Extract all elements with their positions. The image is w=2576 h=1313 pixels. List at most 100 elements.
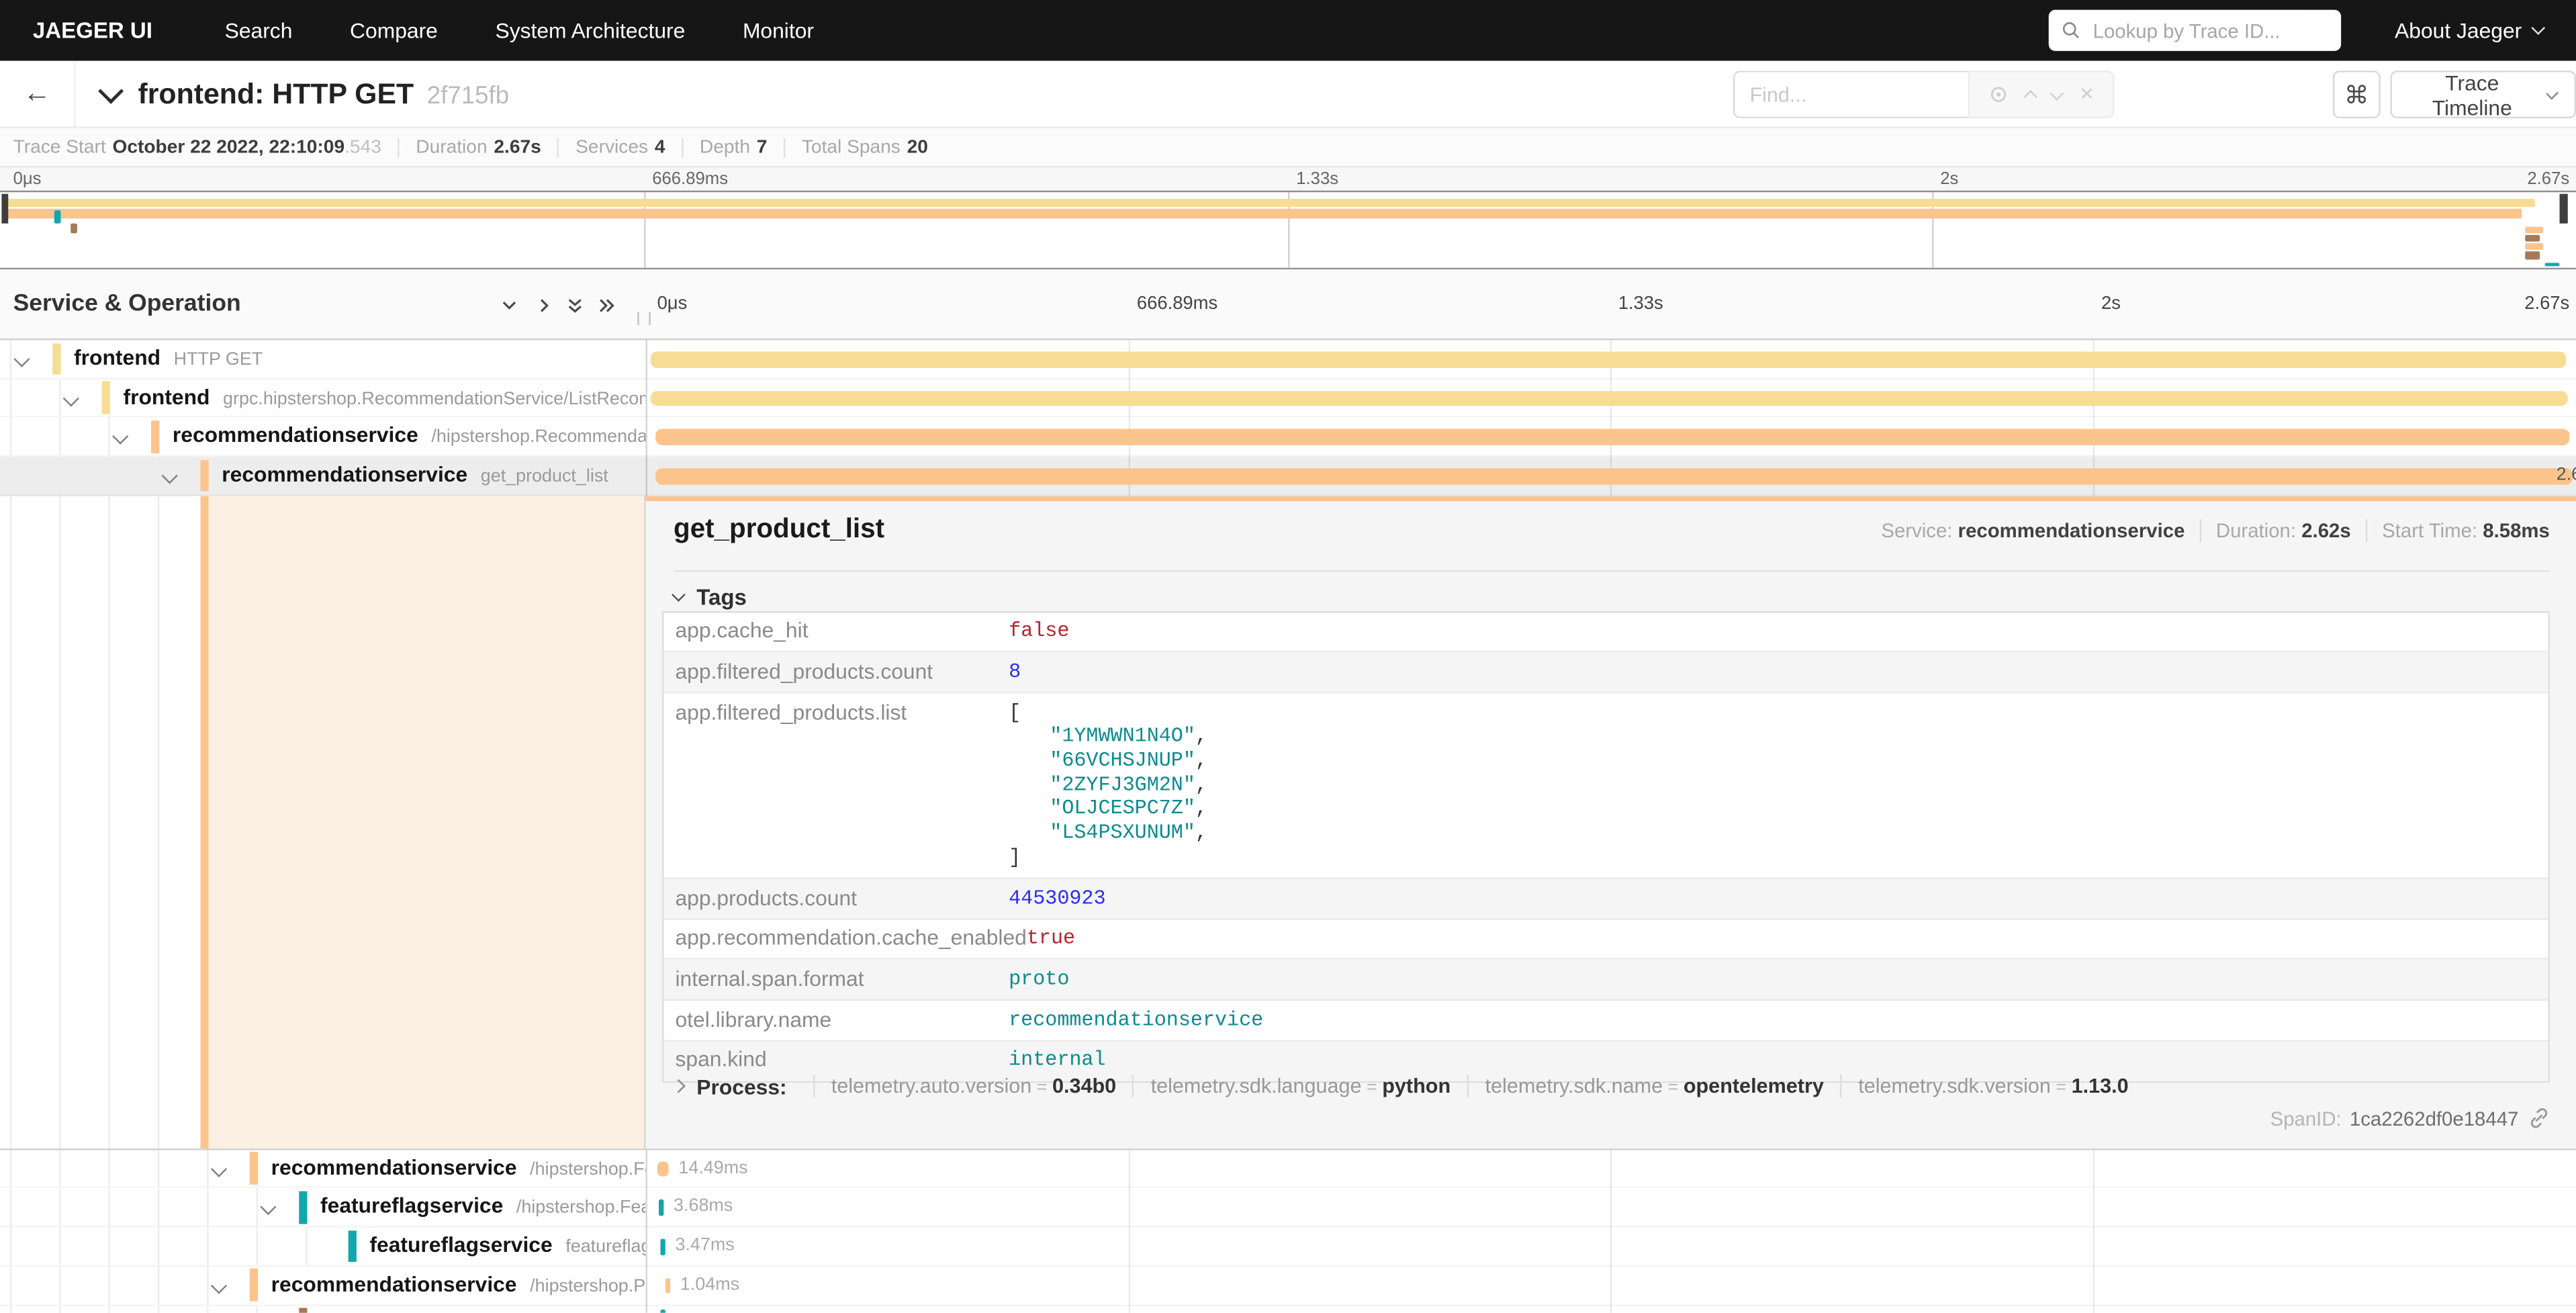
span-row-partial[interactable] bbox=[0, 1306, 2576, 1313]
span-row-frontend-http-get[interactable]: frontendHTTP GET bbox=[0, 340, 2576, 379]
span-bar-cell[interactable]: 3.68ms bbox=[647, 1189, 2576, 1226]
nav-item-compare[interactable]: Compare bbox=[350, 18, 438, 43]
span-operation: /hipstershop.ProductCatalogSer... bbox=[530, 1276, 645, 1296]
span-row-frontend-grpc[interactable]: frontendgrpc.hipstershop.RecommendationS… bbox=[0, 379, 2576, 418]
deep-link-icon[interactable] bbox=[2528, 1108, 2550, 1130]
find-clear-icon[interactable]: ✕ bbox=[2079, 84, 2095, 105]
span-row-recommendationservice-productcatalog[interactable]: recommendationservice/hipstershop.Produc… bbox=[0, 1267, 2576, 1306]
span-duration-label: 1.04ms bbox=[680, 1267, 739, 1304]
collapse-all-icon[interactable] bbox=[565, 294, 585, 324]
tag-key: app.recommendation.cache_enabled bbox=[663, 927, 1027, 951]
find-input[interactable] bbox=[1733, 71, 1968, 118]
span-detail-indent bbox=[0, 496, 645, 1148]
list-item: "66VCHSJNUP" bbox=[1009, 750, 1207, 774]
collapse-children-icon[interactable] bbox=[162, 468, 177, 483]
span-service: featureflagservice bbox=[369, 1232, 552, 1257]
tag-key: app.cache_hit bbox=[663, 620, 1009, 644]
tree-guide bbox=[108, 1228, 109, 1265]
tree-guide bbox=[108, 1267, 109, 1304]
nav-item-search[interactable]: Search bbox=[225, 18, 293, 43]
span-bar-cell[interactable] bbox=[647, 340, 2576, 377]
focus-target-icon[interactable] bbox=[1988, 84, 2009, 105]
minimap-span-bar bbox=[2545, 262, 2560, 266]
tree-guide bbox=[108, 1150, 109, 1187]
collapse-one-icon[interactable] bbox=[500, 294, 519, 324]
span-bar-cell[interactable]: 1.04ms bbox=[647, 1267, 2576, 1304]
span-name-cell: featureflagservice/hipstershop.FeatureFl… bbox=[0, 1189, 645, 1226]
trace-start-ms: .543 bbox=[344, 137, 381, 156]
span-service: recommendationservice bbox=[173, 423, 418, 448]
service-color-strip bbox=[200, 459, 208, 492]
collapse-trace-details-icon[interactable] bbox=[98, 78, 124, 103]
span-row-get-product-list-selected[interactable]: recommendationserviceget_product_list 2.… bbox=[0, 457, 2576, 496]
detail-service-label: Service: bbox=[1881, 518, 1952, 541]
span-row-recommendationservice-list[interactable]: recommendationservice/hipstershop.Recomm… bbox=[0, 418, 2576, 457]
collapse-children-icon[interactable] bbox=[14, 351, 29, 366]
trace-page-header: ← frontend: HTTP GET2f715fb ✕ ⌘ Trace Ti… bbox=[0, 61, 2576, 128]
span-row-featureflagservice-getflag[interactable]: featureflagservice/hipstershop.FeatureFl… bbox=[0, 1189, 2576, 1228]
minimap-span-bar bbox=[2525, 243, 2543, 250]
collapse-children-icon[interactable] bbox=[212, 1161, 226, 1175]
collapse-children-icon[interactable] bbox=[64, 390, 79, 405]
minimap-right-scrubber[interactable] bbox=[2560, 194, 2567, 224]
tree-guide bbox=[108, 418, 109, 455]
resizer-grip-icon[interactable] bbox=[637, 312, 651, 326]
span-operation: featureflagservice.repo.query:fe... bbox=[565, 1237, 645, 1257]
tree-guide bbox=[10, 1150, 11, 1187]
collapse-children-icon[interactable] bbox=[212, 1277, 226, 1292]
span-operation: get_product_list bbox=[481, 467, 608, 486]
tags-section-toggle[interactable]: Tags bbox=[674, 584, 747, 609]
service-color-strip bbox=[200, 496, 208, 1148]
expand-all-icon[interactable] bbox=[596, 294, 616, 324]
span-bar-cell[interactable] bbox=[647, 418, 2576, 455]
tree-guide bbox=[158, 1228, 159, 1265]
divider bbox=[682, 137, 683, 156]
tree-guide bbox=[158, 496, 159, 1148]
span-duration-label: 2.62s bbox=[2557, 457, 2576, 494]
tree-guide bbox=[59, 457, 60, 494]
span-bar-cell[interactable] bbox=[647, 379, 2576, 416]
span-bar-cell[interactable]: 14.49ms bbox=[647, 1150, 2576, 1187]
span-row-featureflagservice-repo-query[interactable]: featureflagservice featureflagservice.rep… bbox=[0, 1228, 2576, 1267]
divider bbox=[784, 137, 785, 156]
trace-view-selector[interactable]: Trace Timeline bbox=[2391, 71, 2576, 118]
span-name-cell: recommendationservice/hipstershop.Recomm… bbox=[0, 418, 645, 455]
detail-duration-value: 2.62s bbox=[2301, 518, 2350, 541]
trace-minimap[interactable] bbox=[0, 191, 2576, 269]
process-section-toggle[interactable]: Process: telemetry.auto.version0.34b0 te… bbox=[674, 1074, 2129, 1099]
detail-meta: Service: recommendationservice Duration:… bbox=[1881, 518, 2549, 541]
expand-one-icon[interactable] bbox=[534, 294, 553, 324]
collapse-children-icon[interactable] bbox=[261, 1199, 275, 1214]
span-row-recommendationservice-featureflag[interactable]: recommendationservice/hipstershop.Featur… bbox=[0, 1150, 2576, 1189]
find-prev-icon[interactable] bbox=[2024, 90, 2038, 104]
span-bar-cell[interactable] bbox=[647, 1306, 2576, 1313]
tree-guide bbox=[59, 1189, 60, 1226]
tree-guide bbox=[306, 1228, 307, 1265]
nav-item-monitor[interactable]: Monitor bbox=[743, 18, 814, 43]
about-jaeger-menu[interactable]: About Jaeger bbox=[2395, 18, 2543, 43]
span-bar-cell[interactable]: 2.62s bbox=[647, 457, 2576, 494]
app-brand[interactable]: JAEGER UI bbox=[33, 18, 152, 43]
service-color-strip bbox=[52, 343, 60, 375]
tag-value: 8 bbox=[1009, 660, 1021, 684]
collapse-children-icon[interactable] bbox=[113, 429, 128, 444]
list-item: "OLJCESPC7Z" bbox=[1009, 798, 1207, 822]
minimap-tick-labels: 0μs 666.89ms 1.33s 2s 2.67s bbox=[0, 168, 2576, 191]
keyboard-shortcuts-button[interactable]: ⌘ bbox=[2333, 71, 2381, 118]
span-timeline-grid: Service & Operation 0μs 666.89ms 1.33s 2… bbox=[0, 269, 2576, 1312]
back-button[interactable]: ← bbox=[0, 61, 76, 127]
span-duration-bar bbox=[655, 429, 2569, 445]
trace-id-short: 2f715fb bbox=[427, 81, 509, 109]
span-service: frontend bbox=[123, 384, 210, 409]
tags-section-label: Tags bbox=[696, 584, 747, 609]
find-group: ✕ bbox=[1733, 71, 2115, 118]
list-item: "2ZYFJ3GM2N" bbox=[1009, 774, 1207, 798]
nav-item-system-architecture[interactable]: System Architecture bbox=[495, 18, 685, 43]
minimap-left-scrubber[interactable] bbox=[1, 194, 7, 224]
find-next-icon[interactable] bbox=[2051, 86, 2065, 100]
trace-id-lookup-box[interactable] bbox=[2048, 10, 2340, 51]
trace-id-input[interactable] bbox=[2090, 17, 2328, 44]
span-bar-cell[interactable]: 3.47ms bbox=[647, 1228, 2576, 1265]
tree-guide bbox=[158, 1267, 159, 1304]
span-duration-bar bbox=[651, 390, 2568, 406]
